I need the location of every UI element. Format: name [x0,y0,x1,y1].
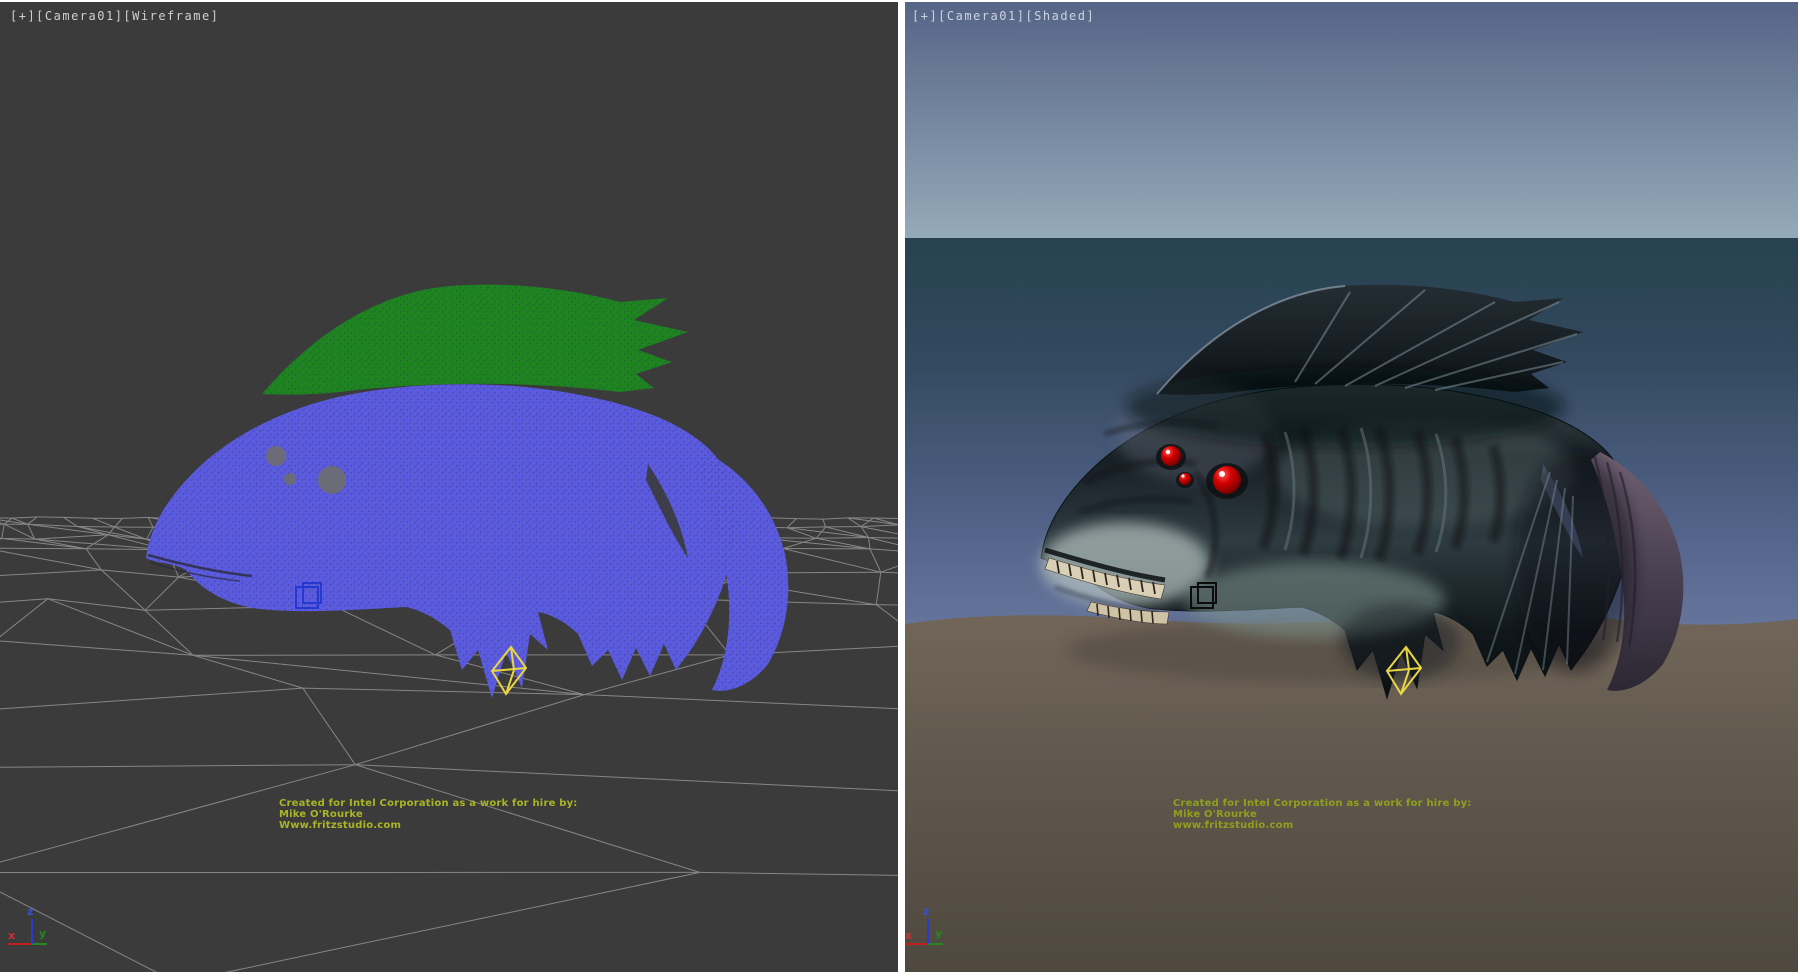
credit-line-3: Www.fritzstudio.com [279,820,578,831]
viewport-divider [898,0,905,978]
sky [905,2,1798,240]
credit-line-2: Mike O'Rourke [279,809,578,820]
axis-x-label: x [8,930,15,941]
axis-y-label: y [935,928,942,939]
wireframe-stipple [146,285,788,698]
axis-x-label: x [905,930,912,941]
viewport-label-shaded[interactable]: [+][Camera01][Shaded] [912,9,1095,23]
credit-line-1: Created for Intel Corporation as a work … [279,798,578,809]
credit-line-3: www.fritzstudio.com [1173,820,1472,831]
frame-border-bottom [0,972,1800,978]
credit-text: Created for Intel Corporation as a work … [1173,798,1472,831]
axis-x-arm [8,943,32,945]
credit-text: Created for Intel Corporation as a work … [279,798,578,831]
world-axis-tripod: x y z [0,905,70,960]
viewport-canvas: [+][Camera01][Wireframe] Created for Int… [0,0,1800,978]
axis-x-arm [905,943,928,945]
credit-line-1: Created for Intel Corporation as a work … [1173,798,1472,809]
world-axis-tripod: x y z [905,905,975,960]
axis-y-arm [32,943,47,945]
axis-z-label: z [923,906,929,917]
axis-z-arm [927,919,929,944]
fish-model-wireframe[interactable] [146,285,788,698]
axis-z-label: z [27,906,33,917]
viewport-shaded[interactable]: [+][Camera01][Shaded] Created for Intel … [905,2,1798,972]
axis-z-arm [31,919,33,944]
axis-y-arm [928,943,943,945]
viewport-label-wireframe[interactable]: [+][Camera01][Wireframe] [10,9,219,23]
viewport-wireframe[interactable]: [+][Camera01][Wireframe] Created for Int… [0,2,898,972]
axis-y-label: y [39,928,46,939]
credit-line-2: Mike O'Rourke [1173,809,1472,820]
